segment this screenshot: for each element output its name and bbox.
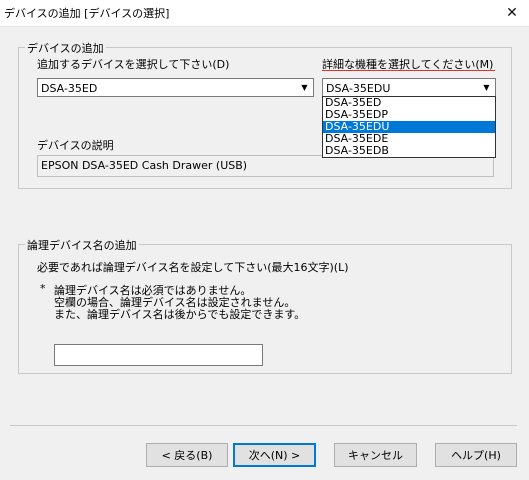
logical-name-input[interactable] — [54, 344, 263, 366]
window-title: デバイスの追加 [デバイスの選択] — [4, 7, 170, 20]
note-bullet: * — [40, 282, 46, 295]
close-icon: ✕ — [506, 5, 518, 21]
note-line: また、論理デバイス名は後からでも設定できます。 — [54, 308, 306, 321]
separator — [10, 425, 517, 426]
description-label: デバイスの説明 — [37, 139, 114, 152]
close-button[interactable]: ✕ — [495, 0, 529, 26]
help-button[interactable]: ヘルプ(H) — [435, 443, 517, 467]
chevron-down-icon[interactable]: ▼ — [479, 80, 494, 95]
help-button-label: ヘルプ(H) — [451, 449, 501, 462]
model-combobox-value: DSA-35EDU — [326, 82, 391, 95]
label-underline — [322, 70, 495, 71]
chevron-down-icon[interactable]: ▼ — [297, 80, 312, 95]
cancel-button[interactable]: キャンセル — [334, 443, 417, 467]
logical-name-instruction: 必要であれば論理デバイス名を設定して下さい(最大16文字)(L) — [37, 261, 349, 274]
device-select-label: 追加するデバイスを選択して下さい(D) — [37, 58, 230, 71]
description-field: EPSON DSA-35ED Cash Drawer (USB) — [37, 155, 494, 177]
next-button[interactable]: 次へ(N) > — [233, 443, 316, 467]
device-combobox-value: DSA-35ED — [41, 82, 98, 95]
logical-group-legend: 論理デバイス名の追加 — [25, 237, 139, 253]
description-value: EPSON DSA-35ED Cash Drawer (USB) — [41, 159, 248, 172]
cancel-button-label: キャンセル — [348, 449, 403, 462]
model-combobox[interactable]: DSA-35EDU ▼ — [322, 78, 496, 97]
back-button-label: < 戻る(B) — [161, 449, 213, 462]
next-button-label: 次へ(N) > — [248, 449, 301, 462]
device-combobox[interactable]: DSA-35ED ▼ — [37, 78, 314, 97]
model-dropdown-list[interactable]: DSA-35ED DSA-35EDP DSA-35EDU DSA-35EDE D… — [322, 96, 496, 158]
back-button[interactable]: < 戻る(B) — [146, 443, 228, 467]
dropdown-option[interactable]: DSA-35EDB — [323, 145, 495, 157]
title-bar: デバイスの追加 [デバイスの選択] ✕ — [0, 0, 529, 27]
device-group-legend: デバイスの追加 — [25, 40, 106, 56]
